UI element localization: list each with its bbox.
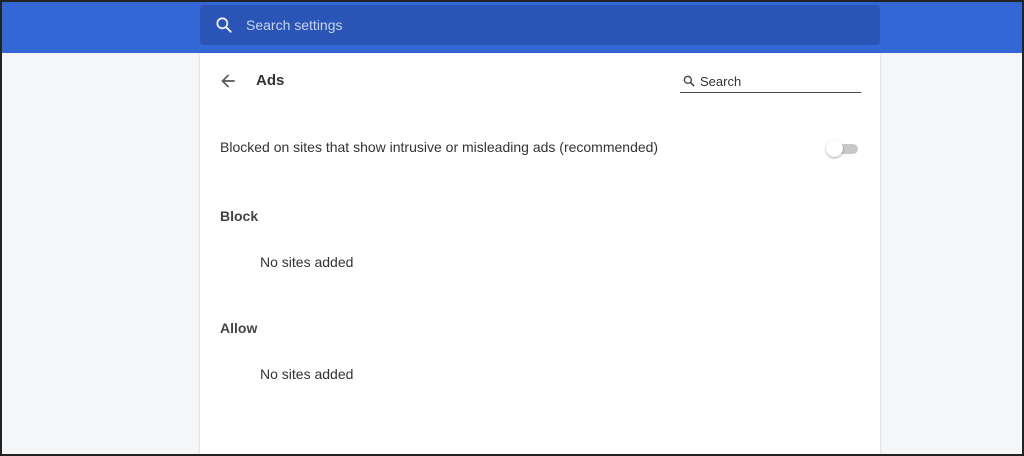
setting-label: Blocked on sites that show intrusive or … [220,139,659,155]
block-empty-text: No sites added [260,254,354,270]
top-bar: Search settings [2,2,1022,53]
search-icon [216,17,232,33]
ads-settings-card: Ads Search Blocked on sites that show in… [200,53,880,454]
toggle-knob [826,140,843,157]
ads-search-input[interactable]: Search [680,71,861,93]
allow-empty-text: No sites added [260,366,354,382]
block-section-heading: Block [220,208,259,224]
page-title: Ads [256,72,285,89]
allow-section-heading: Allow [220,320,258,336]
ads-toggle[interactable] [826,140,858,157]
page-header: Ads Search [200,53,880,109]
search-icon [683,75,695,87]
search-settings-input[interactable]: Search settings [200,5,880,45]
arrow-back-icon[interactable] [218,71,238,91]
block-intrusive-ads-setting: Blocked on sites that show intrusive or … [220,139,860,161]
search-settings-placeholder: Search settings [246,17,343,33]
settings-window: Search settings Ads Search Blocked on si… [0,0,1024,456]
ads-search-placeholder: Search [700,74,742,89]
